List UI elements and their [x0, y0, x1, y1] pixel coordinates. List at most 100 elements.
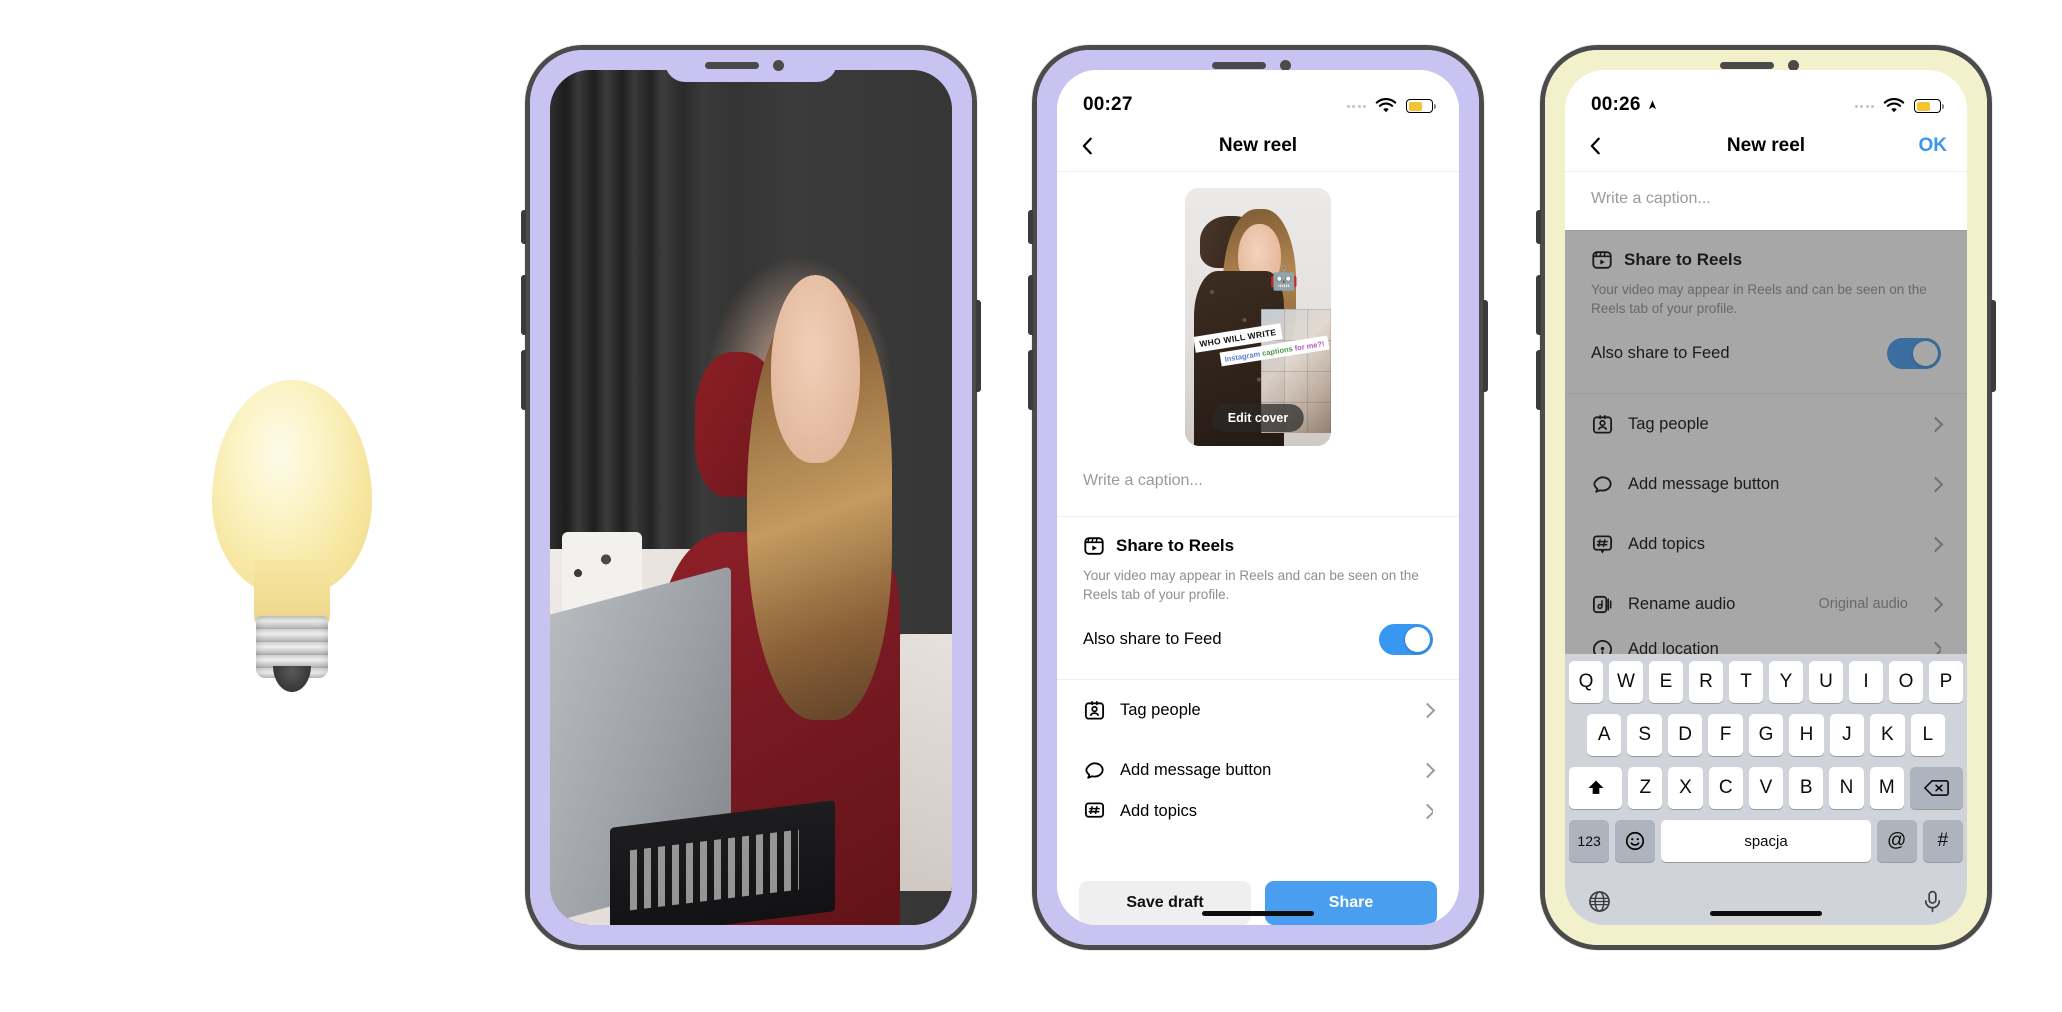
key-o[interactable]: O [1889, 661, 1923, 703]
power-button[interactable] [1991, 300, 1996, 392]
volume-up-button[interactable] [521, 275, 526, 335]
chevron-right-icon [1927, 596, 1944, 613]
numbers-key[interactable]: 123 [1569, 820, 1610, 862]
smiley-face-icon [1626, 831, 1645, 851]
share-section-title: Share to Reels [1624, 250, 1743, 269]
key-q[interactable]: Q [1569, 661, 1603, 703]
message-bubble-icon [1593, 476, 1612, 493]
message-bubble-icon [1085, 762, 1104, 779]
audio-note-icon [1592, 595, 1612, 613]
key-d[interactable]: D [1667, 714, 1703, 756]
list-item-label: Add message button [1120, 760, 1272, 779]
key-z[interactable]: Z [1628, 767, 1663, 809]
phone2-screen: 00:27 New reel 🤖 WHO WILL WRITE Instagra… [1057, 70, 1459, 925]
list-item-add-message-button[interactable]: Add message button [1083, 740, 1436, 800]
key-n[interactable]: N [1829, 767, 1864, 809]
list-item-value: Original audio [1818, 596, 1908, 613]
list-item-add-message-button[interactable]: Add message button [1591, 454, 1944, 514]
list-item-add-topics[interactable]: Add topics [1591, 514, 1944, 574]
volume-up-button[interactable] [1028, 275, 1033, 335]
phone2-options-list: Tag people Add message button Add topics [1057, 679, 1459, 823]
key-y[interactable]: Y [1769, 661, 1803, 703]
list-item-tag-people[interactable]: Tag people [1591, 394, 1944, 454]
phone-mockup-new-reel: 00:27 New reel 🤖 WHO WILL WRITE Instagra… [1028, 45, 1488, 950]
ok-button[interactable]: OK [1919, 135, 1948, 157]
also-share-to-feed-toggle[interactable] [1887, 338, 1941, 370]
chevron-left-icon[interactable] [1077, 135, 1099, 157]
space-key[interactable]: spacja [1661, 820, 1871, 862]
photo-face [771, 275, 860, 464]
chevron-right-icon [1419, 702, 1436, 719]
hashtag-icon [1592, 535, 1613, 554]
chevron-left-icon[interactable] [1585, 135, 1607, 157]
phone-mockup-keyboard: 00:26 New reel OK Write a caption... Sha… [1536, 45, 1996, 950]
power-button[interactable] [976, 300, 981, 392]
key-l[interactable]: L [1910, 714, 1945, 756]
earpiece-speaker [1720, 62, 1774, 69]
mute-switch[interactable] [1536, 210, 1541, 244]
also-share-to-feed-toggle[interactable] [1379, 624, 1433, 656]
caption-input[interactable]: Write a caption... [1057, 450, 1459, 516]
lightbulb-tip [273, 666, 311, 692]
tag-people-icon [1084, 700, 1105, 720]
list-item-tag-people[interactable]: Tag people [1083, 680, 1436, 740]
list-item-add-location[interactable]: Add location [1591, 634, 1941, 654]
phone2-scroll-area[interactable]: 🤖 WHO WILL WRITE Instagram captions for … [1057, 172, 1459, 869]
key-x[interactable]: X [1668, 767, 1703, 809]
battery-icon [1914, 99, 1944, 113]
video-cover-thumbnail[interactable]: 🤖 WHO WILL WRITE Instagram captions for … [1185, 188, 1331, 446]
key-s[interactable]: S [1627, 714, 1662, 756]
shift-key[interactable] [1569, 767, 1623, 809]
list-item-label: Rename audio [1628, 594, 1736, 613]
edit-cover-button[interactable]: Edit cover [1211, 404, 1305, 432]
key-f[interactable]: F [1708, 714, 1743, 756]
share-button[interactable]: Share [1265, 881, 1437, 925]
caption-input[interactable]: Write a caption... [1565, 172, 1967, 230]
backspace-key[interactable] [1909, 767, 1963, 809]
volume-down-button[interactable] [1028, 350, 1033, 410]
key-g[interactable]: G [1748, 714, 1784, 756]
key-h[interactable]: H [1789, 714, 1824, 756]
list-item-label: Tag people [1120, 700, 1201, 719]
list-item-label: Add location [1628, 639, 1719, 654]
key-j[interactable]: J [1829, 714, 1865, 756]
key-k[interactable]: K [1870, 714, 1905, 756]
save-draft-button[interactable]: Save draft [1079, 881, 1251, 925]
also-share-to-feed-row[interactable]: Also share to Feed [1083, 604, 1433, 675]
globe-icon[interactable] [1587, 889, 1612, 914]
home-indicator[interactable] [1202, 911, 1314, 916]
hash-key[interactable]: # [1922, 820, 1963, 862]
wifi-icon [1883, 98, 1905, 113]
mute-switch[interactable] [1028, 210, 1033, 244]
list-item-add-topics[interactable]: Add topics [1083, 800, 1433, 822]
key-i[interactable]: I [1849, 661, 1883, 703]
key-a[interactable]: A [1587, 714, 1622, 756]
key-m[interactable]: M [1869, 767, 1904, 809]
mute-switch[interactable] [521, 210, 526, 244]
emoji-key[interactable] [1615, 820, 1656, 862]
microphone-icon[interactable] [1920, 889, 1945, 914]
volume-down-button[interactable] [521, 350, 526, 410]
home-indicator[interactable] [1710, 911, 1822, 916]
at-key[interactable]: @ [1876, 820, 1917, 862]
phone-mockup-photo [521, 45, 981, 950]
list-item-rename-audio[interactable]: Rename audio Original audio [1591, 574, 1944, 634]
share-section-description: Your video may appear in Reels and can b… [1591, 282, 1927, 317]
volume-down-button[interactable] [1536, 350, 1541, 410]
sticker-word-forme: for me?! [1293, 338, 1325, 353]
key-u[interactable]: U [1809, 661, 1843, 703]
power-button[interactable] [1483, 300, 1488, 392]
list-item-label: Tag people [1628, 414, 1709, 433]
key-c[interactable]: C [1708, 767, 1743, 809]
volume-up-button[interactable] [1536, 275, 1541, 335]
key-p[interactable]: P [1929, 661, 1963, 703]
key-t[interactable]: T [1729, 661, 1763, 703]
key-b[interactable]: B [1789, 767, 1824, 809]
also-share-to-feed-row[interactable]: Also share to Feed [1591, 318, 1941, 389]
key-e[interactable]: E [1649, 661, 1683, 703]
key-r[interactable]: R [1689, 661, 1723, 703]
key-v[interactable]: V [1748, 767, 1784, 809]
nav-bar: New reel [1057, 120, 1459, 172]
key-w[interactable]: W [1609, 661, 1643, 703]
robot-emoji: 🤖 [1269, 265, 1299, 292]
